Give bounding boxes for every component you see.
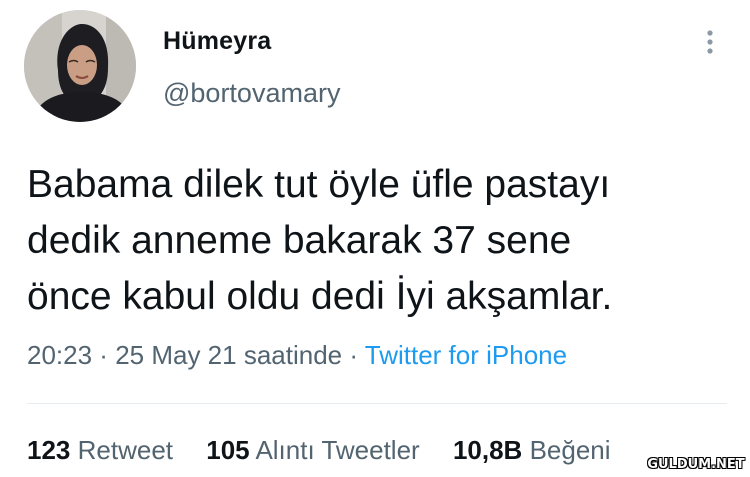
- meta-separator: ·: [342, 340, 365, 370]
- tweet-stats: 123 Retweet 105 Alıntı Tweetler 10,8B Be…: [27, 435, 611, 466]
- quotes-count: 105: [206, 435, 250, 465]
- user-handle[interactable]: @bortovamary: [163, 78, 340, 109]
- meta-separator: ·: [92, 340, 116, 370]
- likes-count: 10,8B: [452, 435, 523, 465]
- tweet-meta: 20:23 · 25 May 21 saatinde · Twitter for…: [27, 340, 567, 371]
- quotes-label: Alıntı Tweetler: [255, 435, 420, 465]
- watermark: GULDUM.NET: [646, 455, 746, 475]
- divider: [27, 403, 727, 404]
- tweet-time[interactable]: 20:23: [27, 340, 92, 370]
- retweets-count: 123: [27, 435, 71, 465]
- tweet-text: Babama dilek tut öyle üfle pastayı dedik…: [27, 163, 613, 318]
- more-vertical-icon[interactable]: [698, 28, 722, 60]
- tweet-source-link[interactable]: Twitter for iPhone: [365, 340, 567, 370]
- avatar[interactable]: [24, 10, 136, 122]
- tweet-date[interactable]: 25 May 21 saatinde: [115, 340, 342, 370]
- quotes-stat[interactable]: 105 Alıntı Tweetler: [206, 435, 419, 465]
- display-name[interactable]: Hümeyra: [163, 27, 271, 56]
- likes-stat[interactable]: 10,8B Beğeni: [453, 435, 611, 465]
- tweet-card: Hümeyra @bortovamary Babama dilek tut öy…: [0, 0, 750, 477]
- likes-label: Beğeni: [529, 435, 611, 465]
- retweets-label: Retweet: [77, 435, 174, 465]
- retweets-stat[interactable]: 123 Retweet: [27, 435, 173, 465]
